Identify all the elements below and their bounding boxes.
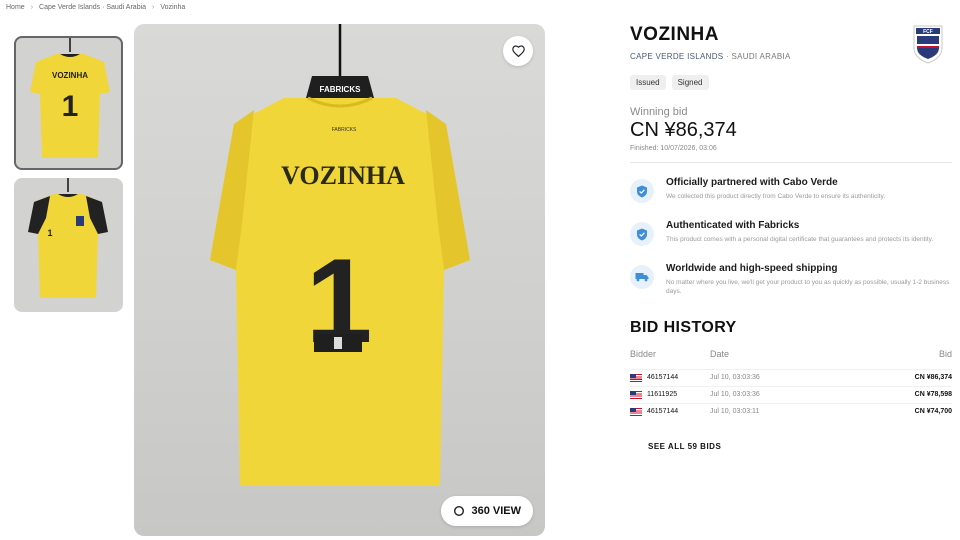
breadcrumb-home[interactable]: Home xyxy=(6,4,25,11)
tag-issued: Issued xyxy=(630,75,666,90)
hanger-brand: FABRICKS xyxy=(320,85,362,94)
bid-amount: CN ¥74,700 xyxy=(914,408,952,416)
breadcrumb: Home › Cape Verde Islands · Saudi Arabia… xyxy=(6,4,185,11)
tag-list: Issued Signed xyxy=(630,75,952,90)
breadcrumb-match[interactable]: Cape Verde Islands · Saudi Arabia xyxy=(39,4,146,11)
truck-icon xyxy=(630,265,654,289)
team-home[interactable]: CAPE VERDE ISLANDS xyxy=(630,52,723,61)
bid-history-title: BID HISTORY xyxy=(630,318,737,336)
winning-bid-price: CN ¥86,374 xyxy=(630,119,737,141)
federation-logo-text: FCF xyxy=(923,29,933,35)
divider xyxy=(630,162,952,163)
thumbnail-front[interactable]: 1 xyxy=(14,178,123,312)
shield-check-icon xyxy=(630,179,654,203)
bidder-id: 46157144 xyxy=(647,408,679,416)
bid-date: Jul 10, 03:03:11 xyxy=(710,408,760,416)
feature-description: This product comes with a personal digit… xyxy=(666,236,934,243)
feature-authenticated: Authenticated with Fabricks This product… xyxy=(630,220,952,246)
jersey-back-thumbnail: VOZINHA 1 xyxy=(30,38,110,158)
product-details: VOZINHA CAPE VERDE ISLANDS · SAUDI ARABI… xyxy=(630,24,952,451)
thumbnail-front-number: 1 xyxy=(47,228,52,238)
feature-description: We collected this product directly from … xyxy=(666,193,886,200)
feature-title: Officially partnered with Cabo Verde xyxy=(666,177,838,188)
bid-amount: CN ¥86,374 xyxy=(914,374,952,382)
main-product-image[interactable]: FABRICKS FABRICKS VOZINHA 1 360 VIEW xyxy=(134,24,545,536)
header-bid: Bid xyxy=(938,348,952,359)
product-title: VOZINHA xyxy=(630,24,719,45)
feature-partnered: Officially partnered with Cabo Verde We … xyxy=(630,177,952,203)
bid-amount: CN ¥78,598 xyxy=(914,391,952,399)
us-flag-icon xyxy=(630,373,642,382)
heart-icon xyxy=(511,45,525,57)
team-away[interactable]: SAUDI ARABIA xyxy=(731,52,790,61)
feature-description: No matter where you live, we'll get your… xyxy=(666,279,950,296)
jersey-back-image: FABRICKS FABRICKS VOZINHA 1 xyxy=(210,24,470,486)
feature-shipping: Worldwide and high-speed shipping No mat… xyxy=(630,263,952,297)
view-360-label: 360 VIEW xyxy=(471,505,521,517)
jersey-front-thumbnail: 1 xyxy=(28,178,108,298)
jersey-brand-label: FABRICKS xyxy=(332,127,357,133)
shield-check-icon xyxy=(630,222,654,246)
us-flag-icon xyxy=(630,390,642,399)
match-subtitle: CAPE VERDE ISLANDS · SAUDI ARABIA xyxy=(630,52,952,61)
us-flag-icon xyxy=(630,407,642,416)
bid-date: Jul 10, 03:03:36 xyxy=(710,391,760,399)
finished-timestamp: Finished: 10/07/2026, 03:06 xyxy=(630,145,717,152)
bidder-id: 46157144 xyxy=(647,374,679,382)
breadcrumb-current: Vozinha xyxy=(160,4,186,11)
header-bidder: Bidder xyxy=(630,348,657,359)
winning-bid-label: Winning bid xyxy=(630,106,688,118)
table-row: 11611925 Jul 10, 03:03:36 CN ¥78,598 xyxy=(630,385,952,403)
thumbnail-shirt-number: 1 xyxy=(62,90,79,123)
jersey-name-print: VOZINHA xyxy=(281,161,405,190)
thumbnail-list: VOZINHA 1 1 xyxy=(14,36,124,320)
tag-signed: Signed xyxy=(671,75,709,90)
see-all-bids-link[interactable]: SEE ALL 59 BIDS xyxy=(648,442,952,451)
chevron-right-icon: › xyxy=(30,4,34,11)
header-date: Date xyxy=(710,348,730,359)
bid-date: Jul 10, 03:03:36 xyxy=(710,374,760,382)
chevron-right-icon: › xyxy=(152,4,155,11)
thumbnail-shirt-name: VOZINHA xyxy=(52,71,88,80)
thumbnail-back[interactable]: VOZINHA 1 xyxy=(14,36,123,170)
rotate-icon xyxy=(454,505,465,517)
feature-title: Authenticated with Fabricks xyxy=(666,220,800,231)
bid-table-header: Bidder Date Bid xyxy=(630,349,952,369)
federation-logo: FCF xyxy=(913,25,943,64)
bid-history-table: Bidder Date Bid 46157144 Jul 10, 03:03:3… xyxy=(630,349,952,420)
table-row: 46157144 Jul 10, 03:03:36 CN ¥86,374 xyxy=(630,368,952,386)
bidder-id: 11611925 xyxy=(647,391,678,399)
table-row: 46157144 Jul 10, 03:03:11 CN ¥74,700 xyxy=(630,402,952,420)
view-360-button[interactable]: 360 VIEW xyxy=(441,496,533,526)
favorite-button[interactable] xyxy=(503,36,533,66)
feature-title: Worldwide and high-speed shipping xyxy=(666,263,838,274)
